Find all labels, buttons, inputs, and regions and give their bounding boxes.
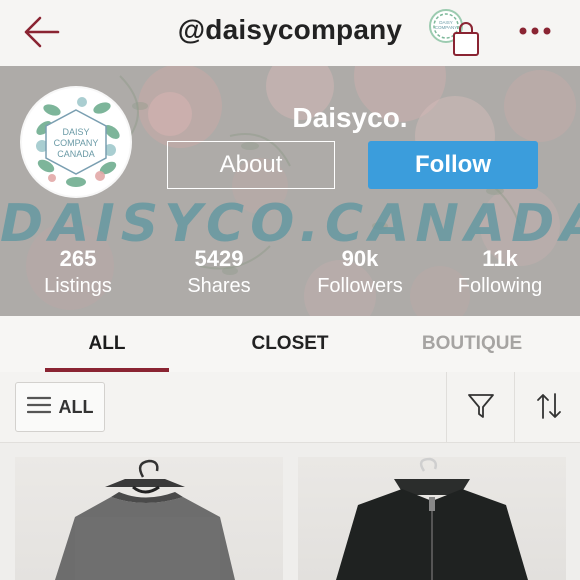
top-bar: @daisycompany DAISY COMPANY — [0, 0, 580, 66]
about-button[interactable]: About — [167, 141, 335, 189]
category-all-label: ALL — [58, 396, 94, 417]
svg-text:COMPANY: COMPANY — [435, 25, 457, 30]
tab-all[interactable]: ALL — [45, 316, 169, 372]
closet-tabs: ALL CLOSET BOUTIQUE — [0, 316, 580, 373]
stat-label: Followers — [317, 275, 403, 297]
shop-bag-icon[interactable]: DAISY COMPANY — [426, 9, 480, 57]
stat-value: 5429 — [194, 246, 244, 271]
tab-closet[interactable]: CLOSET — [228, 316, 352, 372]
filter-bar: ALL — [0, 372, 580, 443]
filter-icon[interactable] — [456, 382, 506, 430]
shop-display-name: Daisyco. — [292, 102, 408, 133]
more-dots-icon[interactable] — [518, 18, 552, 44]
shop-stats: 265 Listings 5429 Shares 90k Followers 1… — [0, 246, 580, 306]
stat-listings[interactable]: 265 Listings — [8, 246, 148, 300]
divider — [514, 372, 515, 442]
banner-watermark-text: DAISYCO.CANADA — [0, 194, 580, 254]
stat-following[interactable]: 11k Following — [430, 246, 570, 300]
listing-card[interactable] — [298, 457, 566, 580]
stat-shares[interactable]: 5429 Shares — [149, 246, 289, 300]
stat-value: 11k — [482, 246, 518, 271]
divider — [446, 372, 447, 442]
listing-card[interactable] — [15, 457, 283, 580]
sort-icon[interactable] — [524, 382, 574, 430]
stat-followers[interactable]: 90k Followers — [290, 246, 430, 300]
stat-value: 90k — [341, 246, 379, 271]
listing-image-grey-sweater — [55, 459, 235, 580]
listing-image-black-zip-jacket — [336, 457, 528, 580]
listings-grid — [0, 443, 580, 580]
stat-label: Shares — [187, 275, 251, 297]
profile-banner: DAISY COMPANY CANADA Daisyco. About Foll… — [0, 66, 580, 316]
hamburger-icon — [26, 395, 51, 420]
avatar-line-2: COMPANY — [54, 138, 99, 148]
tab-boutique[interactable]: BOUTIQUE — [400, 316, 544, 372]
stat-value: 265 — [59, 246, 97, 271]
shop-handle: @daisycompany — [177, 14, 403, 45]
avatar-line-3: CANADA — [57, 149, 95, 159]
category-all-button[interactable]: ALL — [15, 382, 105, 432]
follow-button[interactable]: Follow — [368, 141, 538, 189]
stat-label: Listings — [44, 275, 112, 297]
stat-label: Following — [457, 275, 543, 297]
